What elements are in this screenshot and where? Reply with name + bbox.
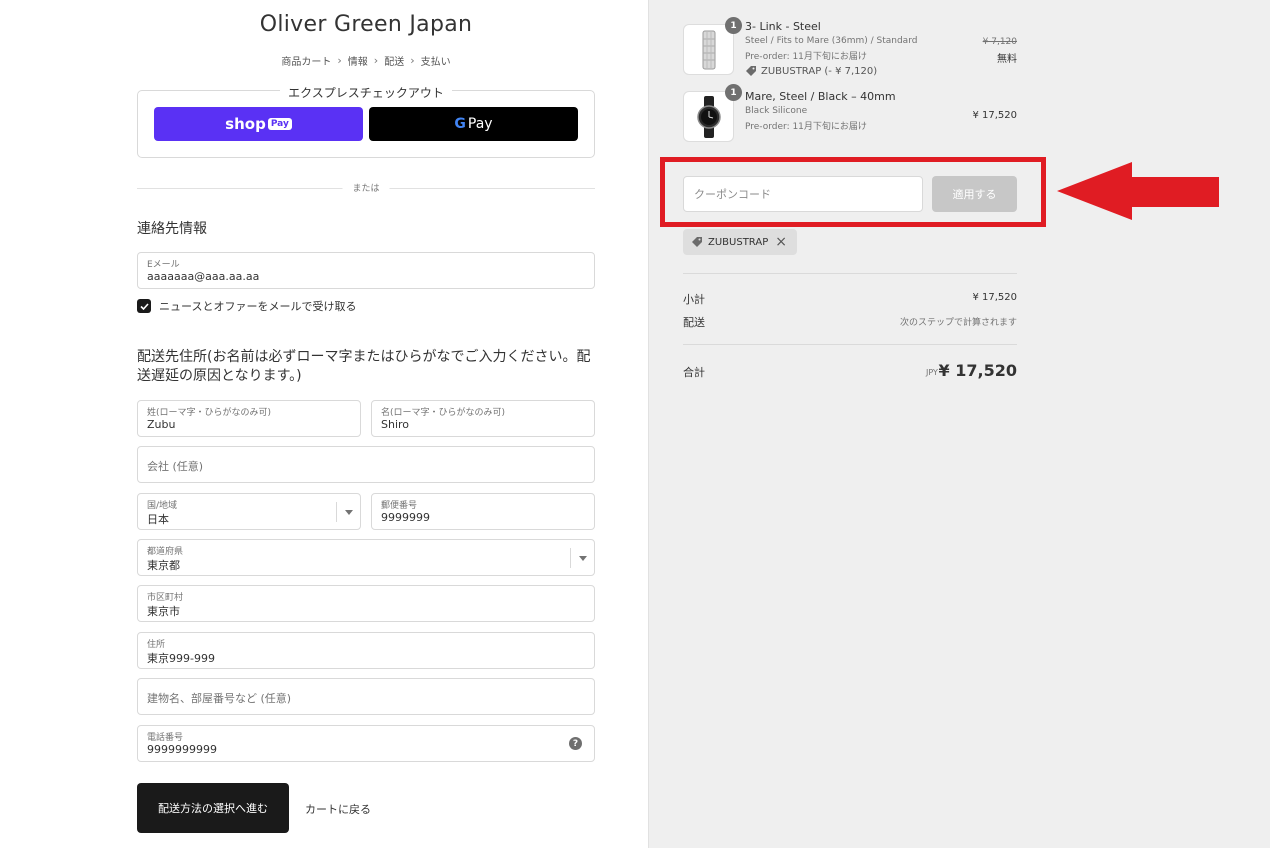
continue-to-shipping-button[interactable]: 配送方法の選択へ進む xyxy=(137,783,289,833)
check-icon xyxy=(139,302,149,310)
google-pay-button[interactable]: G Pay xyxy=(369,107,578,141)
coupon-code-input[interactable]: クーポンコード xyxy=(683,176,923,212)
summary-divider xyxy=(683,273,1017,274)
chevron-right-icon: › xyxy=(410,54,415,67)
email-field[interactable]: Eメール aaaaaaa@aaa.aa.aa xyxy=(137,252,595,289)
last-name-label: 姓(ローマ字・ひらがなのみ可) xyxy=(147,408,272,418)
contact-title: 連絡先情報 xyxy=(137,221,207,237)
quantity-badge: 1 xyxy=(725,17,742,34)
email-label: Eメール xyxy=(147,260,180,270)
summary-divider xyxy=(683,344,1017,345)
item-price: ¥ 17,520 xyxy=(972,110,1017,121)
address-value: 東京999-999 xyxy=(147,652,215,665)
email-value: aaaaaaa@aaa.aa.aa xyxy=(147,270,260,283)
item-preorder-note: Pre-order: 11月下旬にお届け xyxy=(745,52,867,62)
chevron-down-icon xyxy=(570,548,594,568)
last-name-value: Zubu xyxy=(147,418,176,431)
item-preorder-note: Pre-order: 11月下旬にお届け xyxy=(745,122,867,132)
city-field[interactable]: 市区町村 東京市 xyxy=(137,585,595,622)
or-divider: または xyxy=(137,181,595,195)
shop-pay-button[interactable]: shop Pay xyxy=(154,107,363,141)
newsletter-checkbox[interactable] xyxy=(137,299,151,313)
item-original-price: ¥ 7,120 xyxy=(982,37,1017,47)
shipping-label: 配送 xyxy=(683,316,705,329)
shipping-title: 配送先住所(お名前は必ずローマ字またはひらがなでご入力ください。配送遅延の原因と… xyxy=(137,349,591,384)
address-label: 住所 xyxy=(147,640,166,650)
first-name-label: 名(ローマ字・ひらがなのみ可) xyxy=(381,408,506,418)
total-label: 合計 xyxy=(683,366,705,379)
country-label: 国/地域 xyxy=(147,501,178,511)
item-discount: ZUBUSTRAP (- ¥ 7,120) xyxy=(745,65,877,77)
breadcrumb-information: 情報 xyxy=(347,57,368,68)
shipping-value: 次のステップで計算されます xyxy=(899,318,1017,328)
building-placeholder: 建物名、部屋番号など (任意) xyxy=(147,692,292,705)
return-to-cart-link[interactable]: カートに戻る xyxy=(305,801,371,817)
line-item: 1 Mare, Steel / Black – 40mm Black Silic… xyxy=(683,84,1017,143)
subtotal-value: ¥ 17,520 xyxy=(972,292,1017,303)
prefecture-select[interactable]: 都道府県 東京都 xyxy=(137,539,595,576)
total-currency: JPY xyxy=(926,368,938,377)
phone-label: 電話番号 xyxy=(147,733,184,743)
item-discount-text: ZUBUSTRAP (- ¥ 7,120) xyxy=(761,65,878,77)
google-g-icon: G xyxy=(454,116,466,132)
company-field[interactable]: 会社 (任意) xyxy=(137,446,595,483)
item-name: Mare, Steel / Black – 40mm xyxy=(745,90,896,103)
prefecture-value: 東京都 xyxy=(147,559,180,572)
breadcrumb-cart[interactable]: 商品カート xyxy=(281,53,331,68)
tag-icon xyxy=(745,65,757,77)
breadcrumb-shipping: 配送 xyxy=(384,57,405,68)
checkout-main: Oliver Green Japan 商品カート › 情報 › 配送 › 支払い… xyxy=(0,0,648,848)
red-arrow-annotation xyxy=(1057,162,1219,220)
applied-discount-code: ZUBUSTRAP xyxy=(708,236,769,248)
steel-link-strap-icon xyxy=(702,30,715,69)
phone-value: 9999999999 xyxy=(147,743,217,756)
product-thumbnail: 1 xyxy=(683,17,742,75)
address-field[interactable]: 住所 東京999-999 xyxy=(137,632,595,669)
breadcrumb: 商品カート › 情報 › 配送 › 支払い xyxy=(137,53,595,68)
newsletter-option[interactable]: ニュースとオファーをメールで受け取る xyxy=(137,298,356,314)
shop-pay-logo: shop xyxy=(225,115,266,133)
apply-coupon-button[interactable]: 適用する xyxy=(932,176,1017,212)
help-icon[interactable]: ? xyxy=(569,737,582,750)
city-label: 市区町村 xyxy=(147,593,184,603)
applied-discount-tag: ZUBUSTRAP × xyxy=(683,229,797,255)
close-icon[interactable]: × xyxy=(775,234,787,250)
newsletter-label: ニュースとオファーをメールで受け取る xyxy=(159,300,357,313)
chevron-right-icon: › xyxy=(337,54,342,67)
chevron-down-icon xyxy=(336,502,360,522)
item-name: 3- Link - Steel xyxy=(745,20,821,33)
company-placeholder: 会社 (任意) xyxy=(147,460,204,473)
country-select[interactable]: 国/地域 日本 xyxy=(137,493,361,530)
country-value: 日本 xyxy=(147,513,169,526)
last-name-field[interactable]: 姓(ローマ字・ひらがなのみ可) Zubu xyxy=(137,400,361,437)
shop-title[interactable]: Oliver Green Japan xyxy=(137,12,595,37)
item-variant: Black Silicone xyxy=(745,106,808,116)
subtotal-label: 小計 xyxy=(683,293,705,306)
item-price: 無料 xyxy=(997,54,1017,65)
line-item: 1 3- Link - Steel Steel / Fits to Mare (… xyxy=(683,17,1017,80)
watch-icon xyxy=(696,95,721,138)
first-name-value: Shiro xyxy=(381,418,410,431)
total-value: ¥ 17,520 xyxy=(938,361,1017,380)
breadcrumb-payment: 支払い xyxy=(420,57,451,68)
building-field[interactable]: 建物名、部屋番号など (任意) xyxy=(137,678,595,715)
express-checkout-label: エクスプレスチェックアウト xyxy=(280,86,452,100)
product-thumbnail: 1 xyxy=(683,84,742,142)
city-value: 東京市 xyxy=(147,605,180,618)
first-name-field[interactable]: 名(ローマ字・ひらがなのみ可) Shiro xyxy=(371,400,595,437)
item-variant: Steel / Fits to Mare (36mm) / Standard xyxy=(745,36,918,46)
phone-field[interactable]: 電話番号 9999999999 ? xyxy=(137,725,595,762)
postal-code-field[interactable]: 郵便番号 9999999 xyxy=(371,493,595,530)
shop-pay-tag: Pay xyxy=(267,118,292,130)
prefecture-label: 都道府県 xyxy=(147,547,184,557)
quantity-badge: 1 xyxy=(725,84,742,101)
express-checkout: エクスプレスチェックアウト shop Pay G Pay xyxy=(137,86,595,158)
tag-icon xyxy=(691,236,703,248)
google-pay-label: Pay xyxy=(467,116,493,132)
or-label: または xyxy=(342,181,390,194)
postal-code-value: 9999999 xyxy=(381,511,430,524)
postal-code-label: 郵便番号 xyxy=(381,501,418,511)
chevron-right-icon: › xyxy=(373,54,379,67)
coupon-placeholder: クーポンコード xyxy=(694,188,771,201)
